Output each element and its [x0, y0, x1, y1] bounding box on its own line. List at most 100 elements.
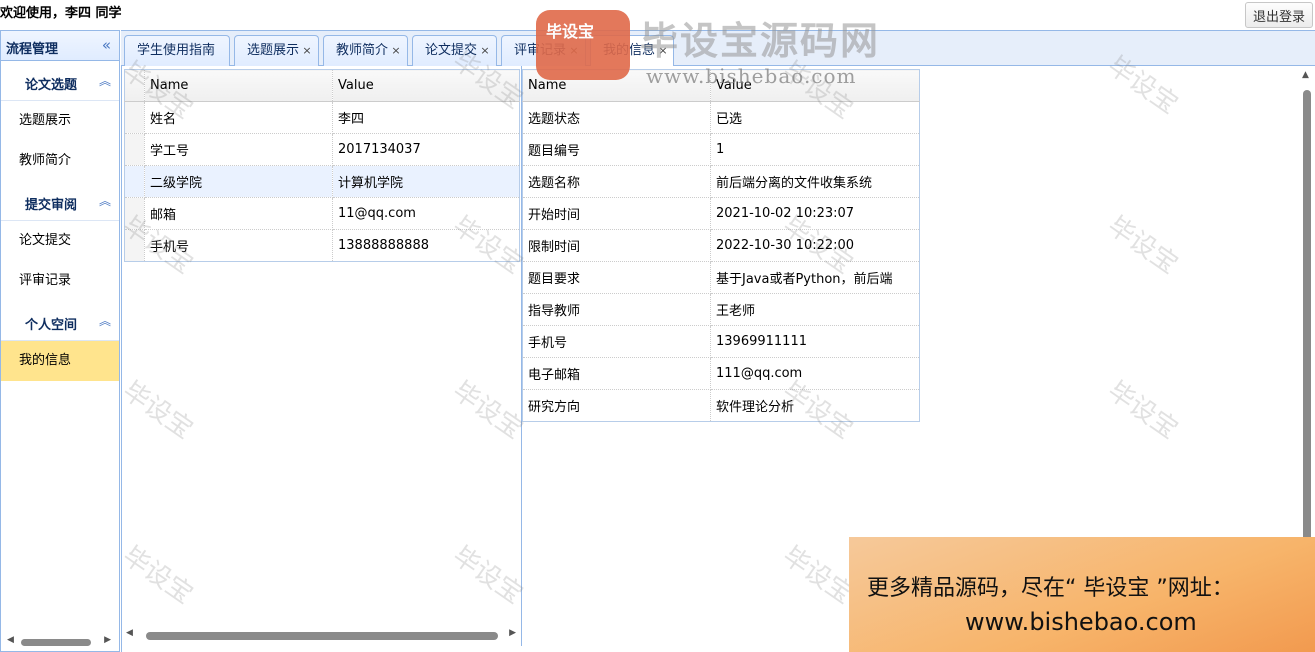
scroll-left-icon[interactable]: ◀	[126, 628, 133, 638]
property-name: 学工号	[144, 133, 333, 166]
student-info-grid: Name Value 姓名 李四 学工号 2017134037 二级学院 计算机学院 …	[124, 69, 520, 262]
row-number-cell	[124, 165, 145, 198]
property-value: 1	[710, 133, 920, 166]
table-row[interactable]: 指导教师 王老师	[522, 293, 920, 326]
tab-review-records[interactable]: 评审记录 ×	[501, 35, 586, 66]
tab-teacher-intro[interactable]: 教师简介 ×	[323, 35, 408, 66]
property-name: 题目编号	[522, 133, 711, 166]
property-name: 二级学院	[144, 165, 333, 198]
sidebar-item-review-records[interactable]: 评审记录	[1, 261, 119, 301]
sidebar-title: 流程管理	[6, 42, 59, 57]
sidebar-header: 流程管理 «	[1, 31, 119, 61]
property-value: 软件理论分析	[710, 389, 920, 422]
column-header-value[interactable]: Value	[710, 69, 920, 102]
panel-horizontal-scrollbar[interactable]: ◀ ▶	[126, 628, 516, 640]
table-row[interactable]: 手机号 13969911111	[522, 325, 920, 358]
property-value: 王老师	[710, 293, 920, 326]
tab-label: 选题展示	[247, 43, 300, 58]
property-name: 指导教师	[522, 293, 711, 326]
table-row[interactable]: 学工号 2017134037	[124, 133, 520, 166]
row-number-cell	[124, 101, 145, 134]
column-header-value[interactable]: Value	[332, 69, 520, 102]
property-value: 计算机学院	[332, 165, 520, 198]
sidebar-item-my-info[interactable]: 我的信息	[1, 341, 119, 381]
sidebar-item-teacher-intro[interactable]: 教师简介	[1, 141, 119, 181]
scroll-left-icon[interactable]: ◀	[7, 635, 14, 645]
close-icon[interactable]: ×	[568, 36, 580, 65]
group-header-thesis-topic[interactable]: 论文选题 ︽	[1, 61, 119, 101]
property-name: 手机号	[144, 229, 333, 262]
table-row[interactable]: 选题状态 已选	[522, 101, 920, 134]
double-chevron-left-icon[interactable]: «	[102, 36, 111, 54]
table-row[interactable]: 二级学院 计算机学院	[124, 165, 520, 198]
tab-label: 学生使用指南	[137, 43, 216, 58]
column-header-name[interactable]: Name	[522, 69, 711, 102]
row-number-cell	[124, 133, 145, 166]
ad-text: 更多精品源码，尽在“ 毕设宝 ”网址：	[867, 576, 1234, 601]
tab-label: 评审记录	[514, 43, 567, 58]
property-value: 111@qq.com	[710, 357, 920, 390]
table-row[interactable]: 限制时间 2022-10-30 10:22:00	[522, 229, 920, 262]
close-icon[interactable]: ×	[390, 36, 402, 65]
logout-button[interactable]: 退出登录	[1245, 2, 1313, 28]
tab-my-info[interactable]: 我的信息 ×	[590, 35, 674, 67]
close-icon[interactable]: ×	[301, 36, 313, 65]
property-name: 题目要求	[522, 261, 711, 294]
property-value: 李四	[332, 101, 520, 134]
property-value: 前后端分离的文件收集系统	[710, 165, 920, 198]
chevron-up-icon: ︽	[98, 194, 111, 208]
close-icon[interactable]: ×	[657, 36, 669, 65]
sidebar-horizontal-scrollbar[interactable]: ◀ ▶	[7, 635, 111, 647]
property-name: 手机号	[522, 325, 711, 358]
table-row[interactable]: 手机号 13888888888	[124, 229, 520, 262]
property-name: 电子邮箱	[522, 357, 711, 390]
scroll-right-icon[interactable]: ▶	[509, 628, 516, 638]
table-row[interactable]: 研究方向 软件理论分析	[522, 389, 920, 422]
property-value: 2017134037	[332, 133, 520, 166]
table-row[interactable]: 邮箱 11@qq.com	[124, 197, 520, 230]
grid-header-row: Name Value	[522, 69, 920, 102]
tab-label: 教师简介	[336, 43, 389, 58]
app-window: 欢迎使用，李四 同学 退出登录 流程管理 « 论文选题 ︽ 选题展示 教师简介 …	[0, 0, 1315, 652]
tab-strip: 学生使用指南 选题展示 × 教师简介 × 论文提交 × 评审记录 × 我的信息 ×	[121, 30, 1315, 67]
property-value: 已选	[710, 101, 920, 134]
tab-student-guide[interactable]: 学生使用指南	[124, 35, 230, 66]
table-row[interactable]: 姓名 李四	[124, 101, 520, 134]
table-row[interactable]: 题目编号 1	[522, 133, 920, 166]
sidebar-item-thesis-submit[interactable]: 论文提交	[1, 221, 119, 261]
grid-header-row: Name Value	[124, 69, 520, 102]
welcome-text: 欢迎使用，李四 同学	[0, 6, 122, 21]
property-value: 13888888888	[332, 229, 520, 262]
table-row[interactable]: 电子邮箱 111@qq.com	[522, 357, 920, 390]
tab-label: 论文提交	[425, 43, 478, 58]
ad-banner: 更多精品源码，尽在“ 毕设宝 ”网址： www.bishebao.com	[849, 537, 1315, 652]
table-row[interactable]: 选题名称 前后端分离的文件收集系统	[522, 165, 920, 198]
close-icon[interactable]: ×	[479, 36, 491, 65]
scrollbar-thumb[interactable]	[21, 639, 91, 646]
tab-label: 我的信息	[603, 43, 656, 58]
scrollbar-thumb[interactable]	[146, 632, 498, 640]
sidebar: 流程管理 « 论文选题 ︽ 选题展示 教师简介 提交审阅 ︽ 论文提交 评审记录…	[0, 30, 120, 652]
property-value: 基于Java或者Python，前后端	[710, 261, 920, 294]
tab-topic-display[interactable]: 选题展示 ×	[234, 35, 319, 66]
chevron-up-icon: ︽	[98, 314, 111, 328]
group-header-personal-space[interactable]: 个人空间 ︽	[1, 301, 119, 341]
table-row[interactable]: 题目要求 基于Java或者Python，前后端	[522, 261, 920, 294]
group-label: 个人空间	[25, 318, 78, 333]
property-name: 选题名称	[522, 165, 711, 198]
group-header-submit-review[interactable]: 提交审阅 ︽	[1, 181, 119, 221]
scroll-up-icon[interactable]: ▲	[1302, 70, 1309, 80]
scroll-right-icon[interactable]: ▶	[104, 635, 111, 645]
tab-thesis-submit[interactable]: 论文提交 ×	[412, 35, 497, 66]
table-row[interactable]: 开始时间 2021-10-02 10:23:07	[522, 197, 920, 230]
group-label: 提交审阅	[25, 198, 78, 213]
sidebar-item-topic-display[interactable]: 选题展示	[1, 101, 119, 141]
column-header-name[interactable]: Name	[144, 69, 333, 102]
property-value: 2021-10-02 10:23:07	[710, 197, 920, 230]
student-info-panel: Name Value 姓名 李四 学工号 2017134037 二级学院 计算机学院 …	[122, 66, 522, 646]
top-bar: 欢迎使用，李四 同学 退出登录	[0, 0, 1315, 30]
ad-url: www.bishebao.com	[965, 608, 1197, 636]
row-number-cell	[124, 197, 145, 230]
row-number-cell	[124, 69, 145, 102]
group-label: 论文选题	[25, 78, 78, 93]
